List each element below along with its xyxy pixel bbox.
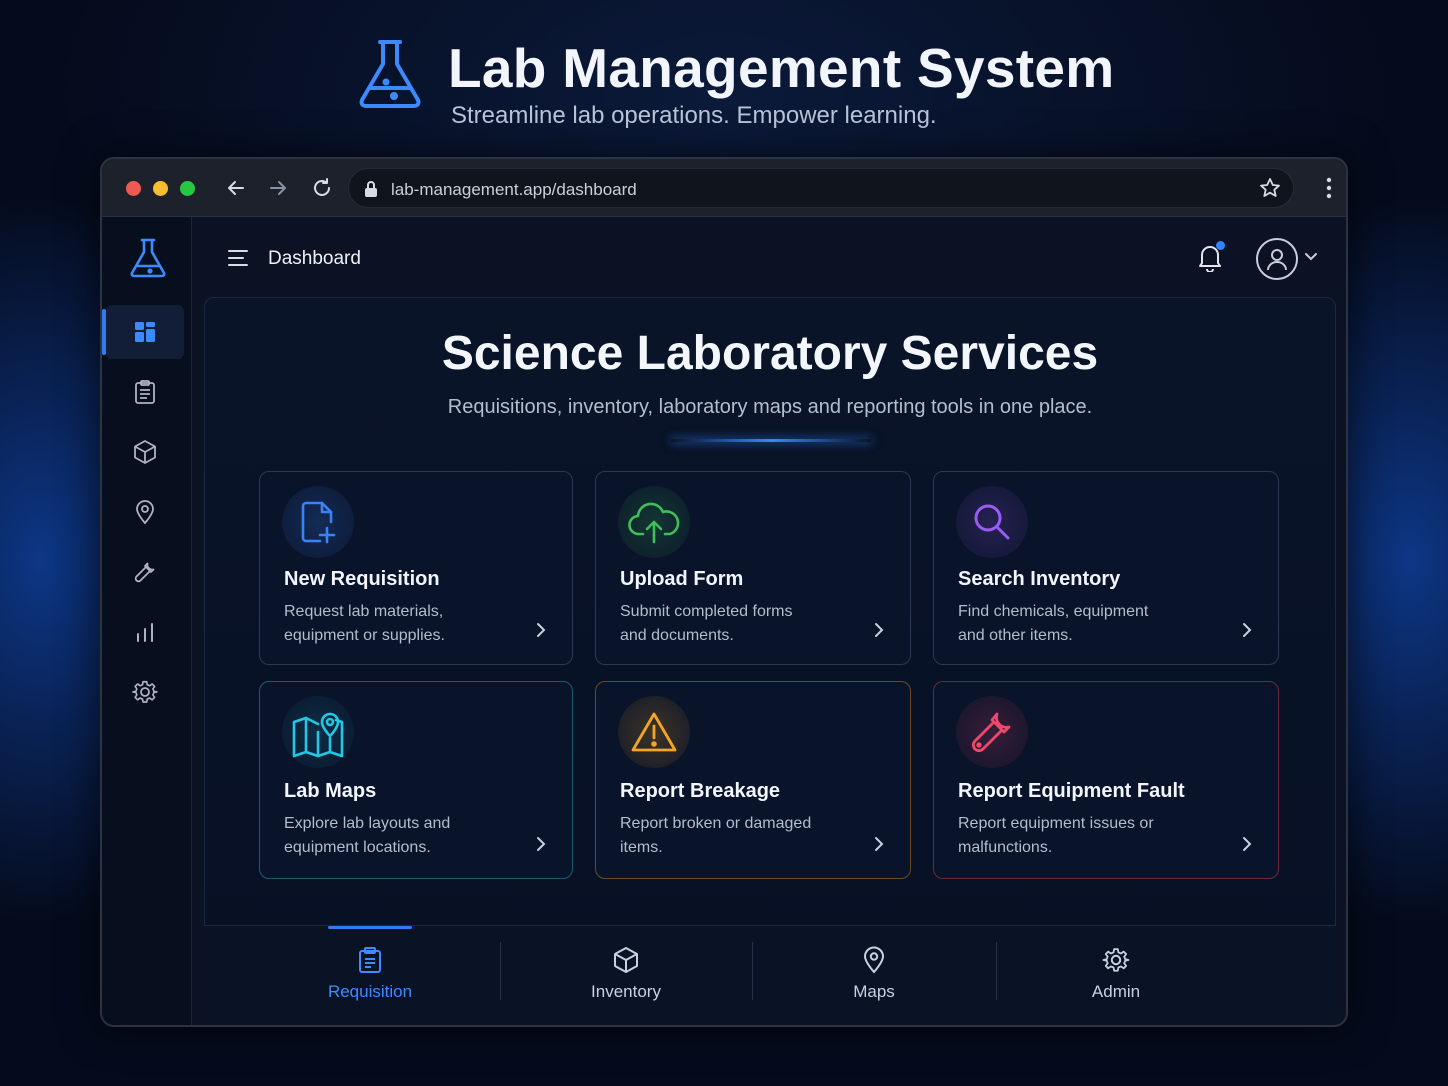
app-tagline: Streamline lab operations. Empower learn… xyxy=(451,102,937,129)
gear-icon xyxy=(1102,948,1130,972)
chevron-right-icon xyxy=(1243,837,1252,851)
arrow-right-icon xyxy=(270,181,286,195)
chevron-down-icon[interactable] xyxy=(1304,252,1318,262)
card-title: Upload Form xyxy=(620,568,744,590)
app-title: Lab Management System xyxy=(448,37,1115,99)
card-description: Request lab materials, equipment or supp… xyxy=(284,603,445,644)
card-title: Report Breakage xyxy=(620,780,781,802)
browser-toolbar: lab-management.app/dashboard xyxy=(102,159,1346,217)
tab-label: Maps xyxy=(853,982,895,1001)
cube-icon xyxy=(134,440,156,464)
wrench-icon xyxy=(134,562,155,583)
chevron-right-icon xyxy=(537,837,546,851)
arrow-left-icon xyxy=(228,181,244,195)
report-equipment-fault-card[interactable]: Report Equipment Fault Report equipment … xyxy=(933,681,1279,879)
map-pin-icon xyxy=(863,946,885,974)
file-plus-icon xyxy=(301,501,336,544)
tab-label: Requisition xyxy=(327,982,413,1001)
tab-requisition[interactable]: Requisition xyxy=(310,926,430,1020)
back-button[interactable] xyxy=(223,175,249,201)
dashboard-icon xyxy=(135,322,155,342)
sidebar-item-dashboard[interactable] xyxy=(102,305,184,359)
section-subtitle: Requisitions, inventory, laboratory maps… xyxy=(447,396,1093,418)
close-window-button[interactable] xyxy=(126,181,141,196)
tab-divider xyxy=(500,942,501,1000)
warning-icon xyxy=(631,712,677,752)
map-icon xyxy=(292,712,344,758)
wrench-icon xyxy=(971,712,1011,753)
card-description: Report broken or damaged items. xyxy=(620,815,812,856)
sidebar-item-maintenance[interactable] xyxy=(106,545,184,599)
map-pin-icon xyxy=(136,500,154,525)
flask-logo-icon xyxy=(130,238,166,278)
chevron-right-icon xyxy=(537,623,546,637)
reload-icon xyxy=(314,178,330,196)
card-description: Report equipment issues or malfunctions. xyxy=(958,815,1154,856)
chevron-right-icon xyxy=(875,837,884,851)
bookmark-star-icon[interactable] xyxy=(1259,177,1281,199)
card-title: New Requisition xyxy=(284,568,440,590)
card-icon-wrap xyxy=(282,696,354,768)
card-icon-wrap xyxy=(618,696,690,768)
chevron-right-icon xyxy=(1243,623,1252,637)
sidebar-item-maps[interactable] xyxy=(106,485,184,539)
hero-header: Lab Management System Streamline lab ope… xyxy=(0,28,1448,138)
chevron-right-icon xyxy=(875,623,884,637)
new-requisition-card[interactable]: New Requisition Request lab materials, e… xyxy=(259,471,573,665)
clipboard-icon xyxy=(135,380,155,404)
lock-icon xyxy=(365,181,377,197)
card-icon-wrap xyxy=(956,486,1028,558)
avatar[interactable] xyxy=(1256,238,1298,280)
card-description: Submit completed forms and documents. xyxy=(620,603,793,644)
tab-label: Inventory xyxy=(591,982,661,1001)
browser-window: lab-management.app/dashboard Dashboard S… xyxy=(100,157,1348,1027)
tab-admin[interactable]: Admin xyxy=(1056,926,1176,1020)
url-text: lab-management.app/dashboard xyxy=(391,180,637,199)
reload-button[interactable] xyxy=(309,175,335,201)
sidebar-item-settings[interactable] xyxy=(106,665,184,719)
notification-badge xyxy=(1216,241,1225,250)
tab-divider xyxy=(752,942,753,1000)
maximize-window-button[interactable] xyxy=(180,181,195,196)
address-bar[interactable]: lab-management.app/dashboard xyxy=(348,168,1294,208)
sidebar xyxy=(102,217,192,1025)
card-description: Find chemicals, equipment and other item… xyxy=(958,603,1149,644)
clipboard-icon xyxy=(359,947,381,973)
cloud-upload-icon xyxy=(628,502,680,544)
upload-form-card[interactable]: Upload Form Submit completed forms and d… xyxy=(595,471,911,665)
report-breakage-card[interactable]: Report Breakage Report broken or damaged… xyxy=(595,681,911,879)
tab-divider xyxy=(996,942,997,1000)
card-title: Report Equipment Fault xyxy=(958,780,1185,802)
forward-button[interactable] xyxy=(265,175,291,201)
card-icon-wrap xyxy=(956,696,1028,768)
card-title: Search Inventory xyxy=(958,568,1121,590)
section-title: Science Laboratory Services xyxy=(441,327,1099,380)
gear-icon xyxy=(132,680,158,703)
flask-icon xyxy=(359,40,421,108)
bar-chart-icon xyxy=(137,623,153,642)
sidebar-item-requisitions[interactable] xyxy=(106,365,184,419)
sidebar-item-inventory[interactable] xyxy=(106,425,184,479)
minimize-window-button[interactable] xyxy=(153,181,168,196)
lab-maps-card[interactable]: Lab Maps Explore lab layouts and equipme… xyxy=(259,681,573,879)
cube-icon xyxy=(614,947,638,973)
search-icon xyxy=(974,504,1010,540)
tab-inventory[interactable]: Inventory xyxy=(566,926,686,1020)
title-underline xyxy=(671,439,871,442)
menu-icon[interactable] xyxy=(226,247,250,269)
tab-maps[interactable]: Maps xyxy=(814,926,934,1020)
bottom-tab-bar: Requisition Inventory Maps Admin xyxy=(204,925,1336,1019)
sidebar-item-reports[interactable] xyxy=(106,605,184,659)
card-description: Explore lab layouts and equipment locati… xyxy=(284,815,451,856)
main-panel: Science Laboratory Services Requisitions… xyxy=(204,297,1336,1019)
page-title: Dashboard xyxy=(268,248,361,269)
tab-label: Admin xyxy=(1091,982,1141,1001)
more-options-icon[interactable] xyxy=(1326,177,1332,199)
card-title: Lab Maps xyxy=(284,780,377,802)
search-inventory-card[interactable]: Search Inventory Find chemicals, equipme… xyxy=(933,471,1279,665)
card-icon-wrap xyxy=(618,486,690,558)
card-icon-wrap xyxy=(282,486,354,558)
user-icon xyxy=(1267,249,1287,271)
